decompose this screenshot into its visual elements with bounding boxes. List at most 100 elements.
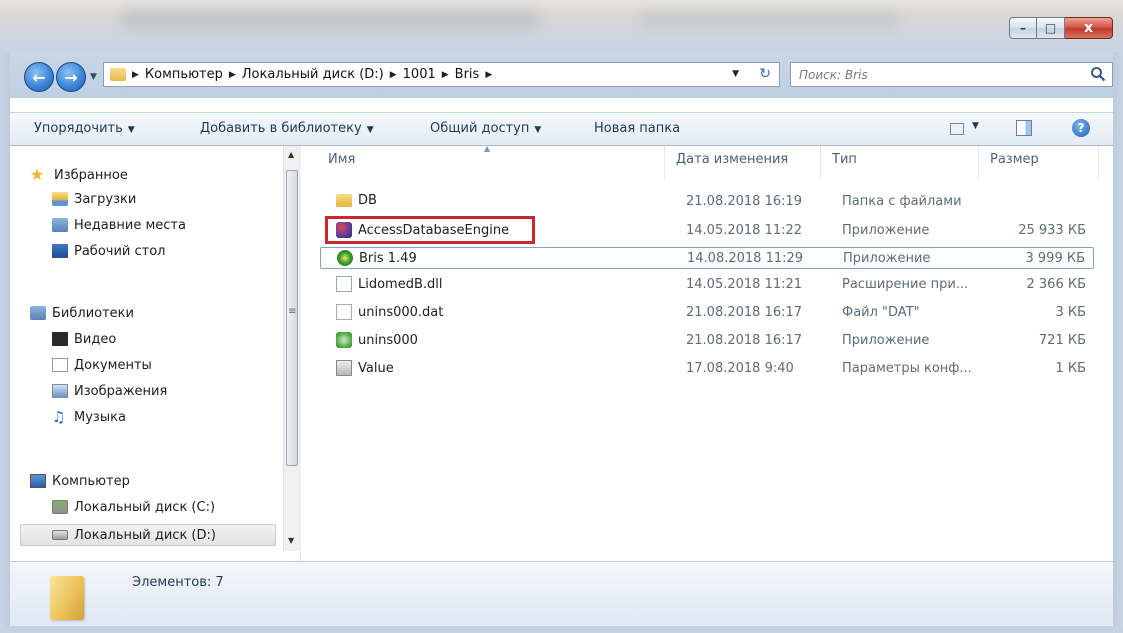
nav-item-favorites[interactable]: ★ Избранное <box>30 164 128 186</box>
chevron-right-icon[interactable]: ▶ <box>485 70 492 80</box>
scroll-down-icon[interactable]: ▼ <box>288 536 294 545</box>
table-row-focused[interactable]: Bris 1.49 14.08.2018 11:29 Приложение 3 … <box>320 247 1094 269</box>
file-size: 3 КБ <box>1055 305 1086 320</box>
address-dropdown-icon[interactable]: ▼ <box>732 69 739 79</box>
command-bar: Упорядочить ▼ Добавить в библиотеку ▼ Общи… <box>10 112 1113 146</box>
nav-item-music[interactable]: ♫ Музыка <box>52 406 126 428</box>
close-button[interactable]: x <box>1065 17 1113 39</box>
chevron-down-icon: ▼ <box>534 125 542 135</box>
file-date: 14.08.2018 11:29 <box>687 251 804 266</box>
chevron-right-icon[interactable]: ▶ <box>132 70 139 80</box>
back-button[interactable]: ← <box>24 62 54 92</box>
file-date: 14.05.2018 11:22 <box>686 223 803 238</box>
refresh-icon[interactable]: ↻ <box>759 66 771 82</box>
uninstall-app-icon <box>336 332 352 348</box>
nav-item-disk-c[interactable]: Локальный диск (C:) <box>52 496 215 518</box>
chevron-right-icon[interactable]: ▶ <box>229 70 236 80</box>
file-name-cell: LidomedB.dll <box>336 276 443 292</box>
search-icon[interactable] <box>1090 66 1106 82</box>
file-name-cell: unins000.dat <box>336 304 443 320</box>
column-divider[interactable] <box>664 146 665 180</box>
item-count: Элементов: 7 <box>132 575 224 590</box>
file-name: unins000 <box>358 332 418 348</box>
caption-buttons: – □ x <box>1009 17 1113 41</box>
chevron-right-icon[interactable]: ▶ <box>390 70 397 80</box>
maximize-button[interactable]: □ <box>1037 17 1065 39</box>
chevron-right-icon[interactable]: ▶ <box>442 70 449 80</box>
file-date: 21.08.2018 16:17 <box>686 305 803 320</box>
nav-item-desktop[interactable]: Рабочий стол <box>52 240 165 262</box>
nav-item-recent-places[interactable]: Недавние места <box>52 214 186 236</box>
file-type: Приложение <box>842 223 930 238</box>
file-date: 21.08.2018 16:17 <box>686 333 803 348</box>
documents-icon <box>52 358 68 372</box>
file-date: 17.08.2018 9:40 <box>686 361 794 376</box>
recent-places-icon <box>52 218 68 232</box>
new-folder-button[interactable]: Новая папка <box>594 121 680 136</box>
scrollbar-thumb[interactable] <box>286 170 298 466</box>
view-options-icon[interactable] <box>950 123 964 135</box>
recent-pages-dropdown-icon[interactable]: ▼ <box>90 72 97 82</box>
add-to-library-menu[interactable]: Добавить в библиотеку ▼ <box>200 121 374 136</box>
preview-pane-icon[interactable] <box>1016 120 1032 136</box>
search-input[interactable] <box>797 67 1081 83</box>
search-box[interactable] <box>790 62 1113 87</box>
nav-item-images[interactable]: Изображения <box>52 380 167 402</box>
scroll-up-icon[interactable]: ▲ <box>288 150 294 159</box>
column-divider[interactable] <box>820 146 821 180</box>
file-type: Параметры конф... <box>842 361 972 376</box>
file-name: Value <box>358 360 394 376</box>
table-row[interactable]: LidomedB.dll 14.05.2018 11:21 Расширение… <box>320 274 1094 296</box>
window-frame-right <box>1113 52 1123 633</box>
file-name-cell: Value <box>336 360 394 376</box>
folder-icon <box>336 194 352 207</box>
column-header-date[interactable]: Дата изменения <box>676 152 788 180</box>
system-drive-icon <box>52 500 68 514</box>
config-file-icon <box>336 360 352 376</box>
minimize-button[interactable]: – <box>1009 17 1037 39</box>
nav-item-computer[interactable]: Компьютер <box>30 470 130 492</box>
dll-file-icon <box>336 276 352 292</box>
file-name: DB <box>358 193 377 208</box>
address-bar[interactable]: ▶ Компьютер ▶ Локальный диск (D:) ▶ 1001… <box>103 62 780 87</box>
folder-icon <box>110 68 126 81</box>
file-size: 1 КБ <box>1055 361 1086 376</box>
share-menu[interactable]: Общий доступ ▼ <box>430 121 541 136</box>
help-icon[interactable]: ? <box>1072 119 1090 137</box>
table-row[interactable]: Value 17.08.2018 9:40 Параметры конф... … <box>320 358 1094 380</box>
nav-item-documents[interactable]: Документы <box>52 354 152 376</box>
column-header-type[interactable]: Тип <box>832 152 857 180</box>
music-note-icon: ♫ <box>52 408 66 426</box>
column-divider[interactable] <box>1098 146 1099 180</box>
nav-item-downloads[interactable]: Загрузки <box>52 188 136 210</box>
bris-app-icon <box>337 250 353 266</box>
organize-menu[interactable]: Упорядочить ▼ <box>34 121 135 136</box>
nav-item-disk-d[interactable]: Локальный диск (D:) <box>20 524 276 546</box>
forward-button[interactable]: → <box>56 62 86 92</box>
breadcrumb-bris[interactable]: Bris <box>455 67 480 82</box>
table-row[interactable]: unins000 21.08.2018 16:17 Приложение 721… <box>320 330 1094 352</box>
nav-item-video[interactable]: Видео <box>52 328 116 350</box>
chevron-down-icon: ▼ <box>127 125 135 135</box>
drive-icon <box>52 530 68 540</box>
file-list: ▲ Имя Дата изменения Тип Размер DB 21.08… <box>308 144 1113 561</box>
file-size: 3 999 КБ <box>1025 251 1086 266</box>
file-name: Bris 1.49 <box>359 250 417 266</box>
file-type: Папка с файлами <box>842 194 962 209</box>
column-divider[interactable] <box>978 146 979 180</box>
column-header-name[interactable]: Имя <box>328 152 355 180</box>
folder-icon <box>50 576 84 620</box>
breadcrumb-disk-d[interactable]: Локальный диск (D:) <box>242 67 384 82</box>
chevron-down-icon[interactable]: ▼ <box>972 121 979 131</box>
file-size: 721 КБ <box>1038 333 1086 348</box>
downloads-folder-icon <box>52 192 68 206</box>
nav-scrollbar[interactable]: ▲ ≡ ▼ <box>283 146 301 551</box>
column-header-size[interactable]: Размер <box>990 152 1039 180</box>
table-row[interactable]: DB 21.08.2018 16:19 Папка с файлами <box>320 191 1094 213</box>
explorer-window: – □ x ← → ▼ ▶ Компьютер ▶ Локальный диск… <box>0 0 1123 633</box>
table-row[interactable]: unins000.dat 21.08.2018 16:17 Файл "DAT"… <box>320 302 1094 324</box>
breadcrumb-computer[interactable]: Компьютер <box>145 67 223 82</box>
nav-item-libraries[interactable]: Библиотеки <box>30 302 134 324</box>
file-type: Расширение при... <box>842 277 969 292</box>
breadcrumb-1001[interactable]: 1001 <box>403 67 436 82</box>
